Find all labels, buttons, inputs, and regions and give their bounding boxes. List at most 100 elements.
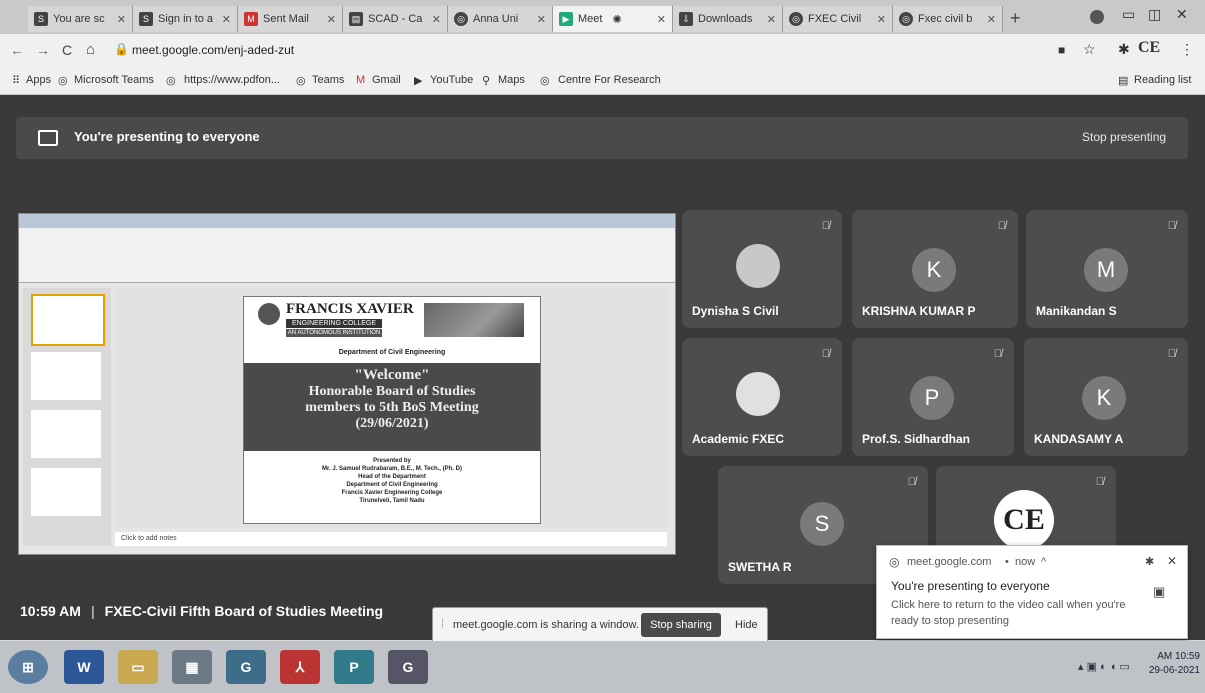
participant-tile[interactable]: 🎙̸ M Manikandan S (1026, 210, 1188, 328)
close-icon[interactable]: ✕ (113, 13, 126, 26)
participant-name: Manikandan S (1036, 304, 1117, 318)
slide-notes[interactable]: Click to add notes (115, 532, 667, 546)
maps-icon: ⚲ (482, 75, 491, 87)
clock-date: 29-06-2021 (1148, 665, 1200, 676)
slide-thumb[interactable] (31, 352, 101, 400)
browser-tab[interactable]: ◎ Fxec civil b ✕ (893, 6, 1003, 32)
bookmark-pdfonline[interactable]: https://www.pdfon... (184, 74, 280, 86)
chrome-icon[interactable]: G (226, 650, 266, 684)
bookmark-gmail[interactable]: Gmail (372, 74, 401, 86)
globe-icon: ◎ (540, 75, 550, 87)
participant-tile[interactable]: 🎙̸ Dynisha S Civil (682, 210, 842, 328)
slide-thumb[interactable] (31, 410, 101, 458)
slide-thumbnails (23, 288, 111, 546)
slide-college-name: FRANCIS XAVIER (286, 301, 414, 317)
reading-list-button[interactable]: Reading list (1134, 74, 1191, 86)
word-icon[interactable]: W (64, 650, 104, 684)
bookmark-microsoft-teams[interactable]: Microsoft Teams (74, 74, 154, 86)
bookmark-maps[interactable]: Maps (498, 74, 525, 86)
bookmark-youtube[interactable]: YouTube (430, 74, 473, 86)
close-icon[interactable]: ✕ (653, 13, 666, 26)
camera-icon[interactable]: ■ (1058, 43, 1065, 57)
close-icon[interactable]: ✕ (763, 13, 776, 26)
chrome-icon[interactable]: G (388, 650, 428, 684)
reading-list-icon: ▤ (1118, 75, 1129, 87)
close-window-button[interactable]: ✕ (1176, 6, 1188, 23)
globe-icon: ◎ (454, 12, 468, 26)
slide-line: Honorable Board of Studies (308, 384, 476, 399)
video-camera-icon: ▣ (1153, 584, 1166, 599)
notification-separator: • (1005, 556, 1009, 568)
slide-line: (29/06/2021) (355, 416, 429, 431)
mic-off-icon: 🎙̸ (821, 220, 830, 232)
notification-toast[interactable]: ◎ meet.google.com • now ^ ✱ ✕ You're pre… (876, 545, 1188, 639)
gear-icon[interactable]: ✱ (1145, 555, 1154, 568)
browser-tab[interactable]: ◎ FXEC Civil ✕ (783, 6, 893, 32)
close-icon[interactable]: ✕ (1167, 554, 1177, 568)
star-icon[interactable]: ☆ (1083, 41, 1096, 58)
participant-name: Academic FXEC (692, 432, 785, 446)
maximize-button[interactable]: ◫ (1148, 6, 1161, 23)
close-icon[interactable]: ✕ (428, 13, 441, 26)
bookmark-apps[interactable]: Apps (26, 74, 51, 86)
present-icon (38, 130, 58, 146)
profile-avatar[interactable]: CE (1138, 39, 1160, 57)
stop-presenting-button[interactable]: Stop presenting (1082, 130, 1166, 144)
browser-tab[interactable]: ⇩ Downloads ✕ (673, 6, 783, 32)
participant-tile[interactable]: 🎙̸ K KRISHNA KUMAR P (852, 210, 1018, 328)
mic-off-icon: 🎙̸ (1095, 476, 1104, 488)
system-clock[interactable]: AM 10:59 29-06-2021 (1148, 650, 1200, 678)
hide-button[interactable]: Hide (735, 619, 758, 631)
stop-sharing-button[interactable]: Stop sharing (641, 613, 721, 637)
start-button[interactable]: ⊞ (8, 650, 48, 684)
browser-tab[interactable]: ▤ SCAD - Ca ✕ (343, 6, 448, 32)
avatar (736, 372, 780, 416)
browser-tab[interactable]: M Sent Mail ✕ (238, 6, 343, 32)
acrobat-icon[interactable]: ⅄ (280, 650, 320, 684)
slide-thumb[interactable] (31, 468, 101, 516)
slide-thumb[interactable] (31, 294, 105, 346)
lock-icon: 🔒 (114, 42, 129, 56)
bookmark-centre-for-research[interactable]: Centre For Research (558, 74, 661, 86)
participant-tile[interactable]: 🎙̸ P Prof.S. Sidhardhan (852, 338, 1014, 456)
avatar (736, 244, 780, 288)
address-bar[interactable]: 🔒 meet.google.com/enj-aded-zut (110, 39, 1010, 61)
home-icon[interactable]: ⌂ (86, 41, 95, 58)
menu-icon[interactable]: ⋮ (1180, 41, 1194, 58)
chevron-up-icon[interactable]: ^ (1041, 556, 1046, 568)
back-button[interactable]: ← (10, 42, 24, 58)
s-icon: S (139, 12, 153, 26)
close-icon[interactable]: ✕ (983, 13, 996, 26)
new-tab-button[interactable]: + (1010, 8, 1021, 29)
notification-body: Click here to return to the video call w… (891, 599, 1126, 627)
reload-button[interactable]: C (62, 42, 72, 58)
extensions-icon[interactable]: ✱ (1118, 41, 1130, 58)
browser-tab[interactable]: S Sign in to a ✕ (133, 6, 238, 32)
close-icon[interactable]: ✕ (533, 13, 546, 26)
meeting-info: 10:59 AM | FXEC-Civil Fifth Board of Stu… (20, 603, 383, 619)
browser-tab[interactable]: ◎ Anna Uni ✕ (448, 6, 553, 32)
participant-name: SWETHA R (728, 560, 792, 574)
close-icon[interactable]: ✕ (218, 13, 231, 26)
minimize-button[interactable]: ▭ (1122, 6, 1135, 23)
explorer-icon[interactable]: ▭ (118, 650, 158, 684)
avatar: CE (994, 490, 1054, 550)
bookmark-teams[interactable]: Teams (312, 74, 344, 86)
participant-tile[interactable]: 🎙̸ K KANDASAMY A (1024, 338, 1188, 456)
drag-handle-icon[interactable]: ⁞ (441, 618, 444, 630)
publisher-icon[interactable]: P (334, 650, 374, 684)
participant-name: KRISHNA KUMAR P (862, 304, 976, 318)
forward-button[interactable]: → (36, 42, 50, 58)
url-text: meet.google.com/enj-aded-zut (132, 43, 295, 57)
slide-canvas: FRANCIS XAVIER ENGINEERING COLLEGE AN AU… (115, 288, 667, 528)
slide-subtitle-2: AN AUTONOMOUS INSTITUTION (286, 329, 382, 337)
close-icon[interactable]: ✕ (873, 13, 886, 26)
calculator-icon[interactable]: ▦ (172, 650, 212, 684)
browser-tab[interactable]: S You are sc ✕ (28, 6, 133, 32)
participant-tile[interactable]: 🎙̸ Academic FXEC (682, 338, 842, 456)
close-icon[interactable]: ✕ (323, 13, 336, 26)
tray-icons[interactable]: ▴ ▣ ◐ ◖ ▭ (1078, 660, 1130, 673)
browser-tab-active[interactable]: ▶ Meet ✺ ✕ (553, 6, 673, 32)
globe-icon: ◎ (789, 12, 803, 26)
bookmarks-bar: ⠿ Apps ◎ Microsoft Teams ◎ https://www.p… (0, 66, 1205, 95)
